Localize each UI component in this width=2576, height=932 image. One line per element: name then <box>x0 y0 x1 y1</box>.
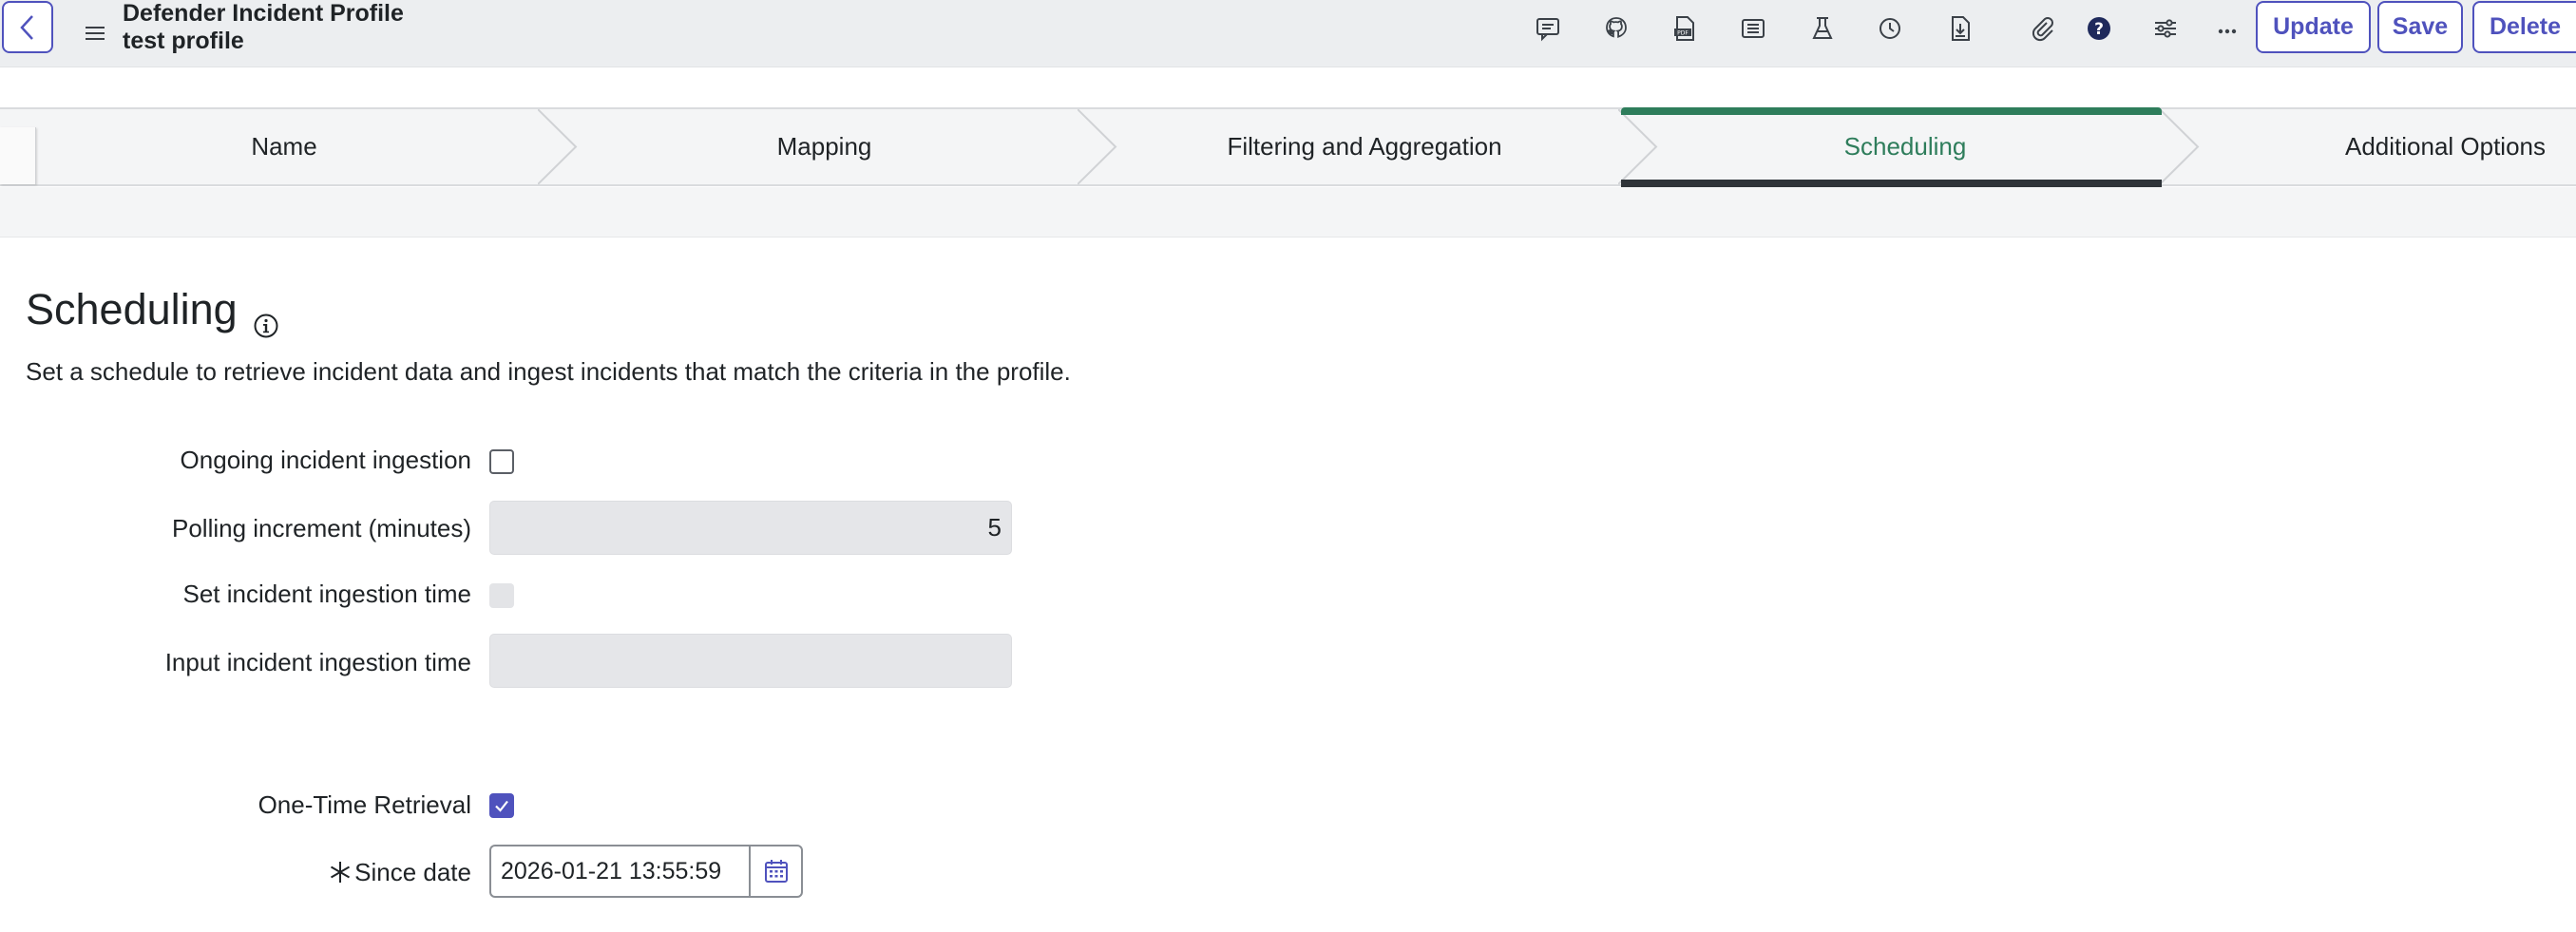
date-picker-button[interactable] <box>749 845 803 898</box>
back-button[interactable] <box>2 1 53 53</box>
step-mapping[interactable]: Mapping <box>570 109 1078 184</box>
steps-scroll-handle[interactable] <box>0 127 36 184</box>
steps-band <box>0 187 2576 238</box>
input-ingestion-time-field[interactable] <box>489 634 1012 688</box>
step-navigation: Name Mapping Filtering and Aggregation S… <box>0 107 2576 186</box>
one-time-retrieval-label: One-Time Retrieval <box>258 790 471 819</box>
info-icon[interactable] <box>253 313 279 339</box>
since-date-input[interactable]: 2026-01-21 13:55:59 <box>489 845 751 898</box>
step-name[interactable]: Name <box>0 109 568 184</box>
sliders-icon[interactable] <box>2145 8 2186 49</box>
one-time-retrieval-checkbox[interactable] <box>489 793 514 818</box>
checkmark-icon <box>495 800 508 812</box>
input-ingestion-time-label: Input incident ingestion time <box>164 648 471 676</box>
save-button[interactable]: Save <box>2377 1 2463 53</box>
github-icon[interactable] <box>1595 8 1637 49</box>
menu-icon[interactable] <box>84 23 106 44</box>
record-header: Defender Incident Profile test profile P… <box>0 0 2576 67</box>
svg-text:PDF: PDF <box>1677 30 1689 37</box>
ongoing-ingestion-label: Ongoing incident ingestion <box>180 446 471 474</box>
comment-icon[interactable] <box>1527 8 1569 49</box>
active-step-underline <box>1621 180 2162 187</box>
clock-icon[interactable] <box>1869 8 1911 49</box>
set-ingestion-time-checkbox[interactable] <box>489 583 514 608</box>
record-subtitle: test profile <box>123 28 244 54</box>
help-icon[interactable]: ? <box>2078 8 2120 49</box>
update-button[interactable]: Update <box>2256 1 2371 53</box>
more-icon[interactable] <box>2206 8 2248 49</box>
list-icon[interactable] <box>1732 8 1774 49</box>
calendar-icon <box>764 860 788 883</box>
record-title-block: Defender Incident Profile test profile <box>123 0 404 55</box>
svg-text:?: ? <box>2094 20 2104 39</box>
record-title: Defender Incident Profile <box>123 0 404 27</box>
polling-increment-field[interactable]: 5 <box>489 501 1012 555</box>
ongoing-ingestion-checkbox[interactable] <box>489 449 514 474</box>
section-description: Set a schedule to retrieve incident data… <box>26 357 1071 386</box>
delete-button[interactable]: Delete <box>2472 1 2576 53</box>
document-download-icon[interactable] <box>1939 8 1981 49</box>
pdf-icon[interactable]: PDF <box>1664 8 1706 49</box>
section-title: Scheduling <box>26 285 238 333</box>
step-additional-options[interactable]: Additional Options <box>2191 109 2576 184</box>
step-scheduling[interactable]: Scheduling <box>1650 109 2161 184</box>
paperclip-icon[interactable] <box>2021 8 2063 49</box>
step-filtering-aggregation[interactable]: Filtering and Aggregation <box>1110 109 1619 184</box>
required-asterisk-icon <box>330 862 351 883</box>
active-step-indicator <box>1621 107 2162 115</box>
set-ingestion-time-label: Set incident ingestion time <box>182 580 471 608</box>
chevron-left-icon <box>20 14 33 40</box>
since-date-label: Since date <box>354 858 471 886</box>
flask-icon[interactable] <box>1802 8 1843 49</box>
polling-increment-label: Polling increment (minutes) <box>171 514 471 542</box>
